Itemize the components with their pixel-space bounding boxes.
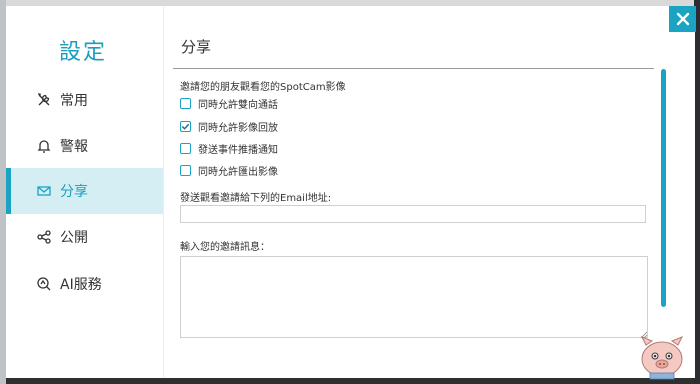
- sidebar-item-ai[interactable]: AI服務: [6, 261, 163, 307]
- option-label: 同時允許匯出影像: [198, 167, 278, 178]
- sidebar-item-label: 警報: [60, 139, 88, 155]
- checkbox[interactable]: [180, 143, 191, 154]
- message-field[interactable]: [180, 256, 648, 338]
- settings-modal: 設定 常用 警報 分享 公開 AI服務 分享 邀請您的朋友觀看您的SpotCam…: [6, 6, 695, 378]
- close-icon: [676, 12, 689, 26]
- tools-icon: [38, 93, 50, 106]
- sidebar-item-public[interactable]: 公開: [6, 214, 163, 260]
- email-field[interactable]: [180, 205, 646, 223]
- checkbox-checked[interactable]: [180, 121, 191, 132]
- title-divider: [173, 68, 654, 69]
- page-title: 分享: [181, 38, 212, 56]
- sidebar-item-label: AI服務: [60, 277, 102, 293]
- sidebar-item-alerts[interactable]: 警報: [6, 123, 163, 169]
- option-label: 同時允許影像回放: [198, 123, 278, 134]
- email-label: 發送觀看邀請給下列的Email地址:: [180, 193, 332, 204]
- option-two-way-talk[interactable]: 同時允許雙向通話: [180, 96, 278, 111]
- option-push-notify[interactable]: 發送事件推播通知: [180, 141, 278, 156]
- option-playback[interactable]: 同時允許影像回放: [180, 119, 278, 134]
- checkbox[interactable]: [180, 98, 191, 109]
- pig-mascot-watermark: [640, 336, 684, 380]
- sidebar-item-label: 公開: [60, 230, 88, 246]
- settings-sidebar: 設定 常用 警報 分享 公開 AI服務: [6, 6, 164, 378]
- ai-search-icon: [37, 277, 51, 291]
- sidebar-title: 設定: [59, 40, 108, 65]
- message-label: 輸入您的邀請訊息：: [180, 242, 270, 253]
- option-label: 同時允許雙向通話: [198, 100, 278, 111]
- sidebar-item-common[interactable]: 常用: [6, 77, 163, 123]
- check-icon: [181, 123, 190, 130]
- sidebar-item-label: 常用: [60, 93, 88, 109]
- intro-text: 邀請您的朋友觀看您的SpotCam影像: [180, 82, 346, 93]
- close-button[interactable]: [669, 6, 696, 32]
- envelope-icon: [37, 186, 51, 196]
- option-export-video[interactable]: 同時允許匯出影像: [180, 163, 278, 178]
- checkbox[interactable]: [180, 165, 191, 176]
- option-label: 發送事件推播通知: [198, 145, 278, 156]
- share-nodes-icon: [37, 230, 51, 244]
- sidebar-item-label: 分享: [60, 184, 88, 200]
- sidebar-item-share[interactable]: 分享: [6, 168, 163, 214]
- scrollbar[interactable]: [661, 69, 666, 307]
- bell-icon: [37, 140, 51, 153]
- share-panel: 分享 邀請您的朋友觀看您的SpotCam影像 同時允許雙向通話 同時允許影像回放…: [163, 6, 695, 378]
